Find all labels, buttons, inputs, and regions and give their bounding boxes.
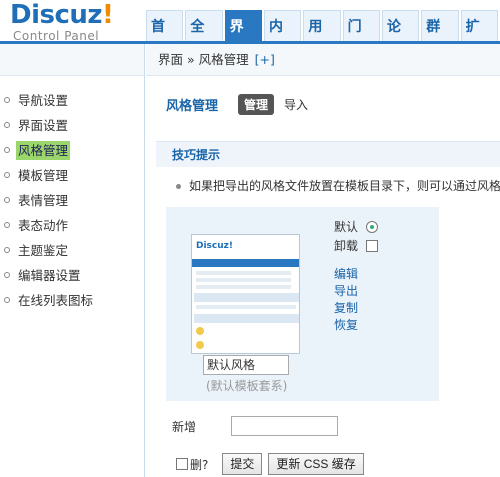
tab-forum[interactable]: 论坛 — [381, 10, 420, 67]
logo-wordmark: Discuz! — [10, 0, 114, 30]
style-description: (默认模板套系) — [206, 379, 288, 393]
main-content: 风格管理 管理 导入 技巧提示 如果把导出的风格文件放置在模板目录下，则可以通过… — [146, 77, 500, 477]
submit-button[interactable]: 提交 — [222, 453, 263, 475]
thumb-logo: Discuz! — [196, 241, 233, 251]
style-name-field[interactable]: 默认风格 — [203, 355, 289, 375]
sidebar-item-thread-stamps[interactable]: 主题鉴定 — [0, 238, 144, 263]
add-style-input[interactable] — [231, 416, 338, 436]
tab-global[interactable]: 全局 — [185, 10, 223, 67]
bullet-icon — [4, 172, 10, 178]
add-style-label: 新增 — [172, 420, 197, 434]
sidebar-item-editor-settings[interactable]: 编辑器设置 — [0, 263, 144, 288]
radio-dot-icon — [370, 225, 374, 229]
delete-label: 删? — [190, 457, 209, 472]
page-title: 风格管理 — [166, 98, 219, 114]
sidebar-menu: 导航设置 界面设置 风格管理 模板管理 表情管理 表态动作 主题鉴定 编辑器设置… — [0, 88, 144, 313]
bullet-icon — [4, 272, 10, 278]
bullet-icon — [4, 197, 10, 203]
uninstall-checkbox[interactable] — [366, 240, 378, 252]
thumb-row — [196, 278, 291, 282]
thumb-forum-icon — [196, 341, 204, 349]
thumb-row — [196, 271, 291, 275]
bullet-icon — [4, 147, 10, 153]
tips-heading: 技巧提示 — [156, 141, 500, 167]
breadcrumb-text: 界面 » 风格管理 — [158, 52, 249, 67]
subtab-import[interactable]: 导入 — [278, 94, 314, 115]
thumb-section-bar — [194, 314, 299, 323]
sidebar-item-interface-settings[interactable]: 界面设置 — [0, 113, 144, 138]
sidebar-item-nav-settings[interactable]: 导航设置 — [0, 88, 144, 113]
style-item-panel: Discuz! 默认风格 (默认模板套系) 默认 卸载 编辑 导出 复制 恢复 — [166, 207, 439, 401]
page-header: 风格管理 管理 导入 — [166, 93, 318, 115]
uninstall-label: 卸载 — [334, 239, 359, 253]
sidebar-item-smilies-manage[interactable]: 表情管理 — [0, 188, 144, 213]
restore-link[interactable]: 恢复 — [334, 316, 358, 333]
add-shortcut-link[interactable]: [+] — [255, 52, 275, 67]
top-nav: 首页 全局 界面 内容 用户 门户 论坛 群组 扩展 — [146, 5, 500, 67]
tab-extensions[interactable]: 扩展 — [460, 10, 498, 67]
tab-interface[interactable]: 界面 — [224, 10, 262, 67]
delete-checkbox[interactable] — [176, 458, 188, 470]
sidebar-top-bar — [0, 44, 144, 76]
bullet-icon — [4, 297, 10, 303]
bullet-icon — [176, 184, 181, 189]
export-link[interactable]: 导出 — [334, 282, 358, 299]
style-preview-thumbnail[interactable]: Discuz! — [191, 234, 300, 354]
sidebar: 导航设置 界面设置 风格管理 模板管理 表情管理 表态动作 主题鉴定 编辑器设置… — [0, 44, 145, 477]
subtab-manage[interactable]: 管理 — [238, 93, 275, 115]
bullet-icon — [4, 222, 10, 228]
sidebar-item-template-manage[interactable]: 模板管理 — [0, 163, 144, 188]
tip-line: 如果把导出的风格文件放置在模板目录下，则可以通过风格 — [176, 177, 500, 194]
sidebar-item-style-manage[interactable]: 风格管理 — [0, 138, 144, 163]
tab-home[interactable]: 首页 — [146, 10, 184, 67]
tab-content[interactable]: 内容 — [263, 10, 302, 67]
tab-groups[interactable]: 群组 — [421, 10, 459, 67]
update-css-cache-button[interactable]: 更新 CSS 缓存 — [268, 453, 364, 475]
edit-link[interactable]: 编辑 — [334, 265, 358, 282]
bullet-icon — [4, 247, 10, 253]
breadcrumb: 界面 » 风格管理 [+] — [146, 44, 500, 76]
tab-users[interactable]: 用户 — [303, 10, 341, 67]
bullet-icon — [4, 97, 10, 103]
thumb-nav-bar — [192, 259, 299, 267]
default-radio[interactable] — [366, 221, 378, 233]
thumb-row — [196, 285, 291, 289]
thumb-row — [196, 305, 296, 309]
tab-portal[interactable]: 门户 — [342, 10, 380, 67]
default-label: 默认 — [334, 220, 359, 234]
copy-link[interactable]: 复制 — [334, 299, 358, 316]
form-actions: 删? 提交 更新 CSS 缓存 — [176, 453, 370, 475]
sidebar-item-click-actions[interactable]: 表态动作 — [0, 213, 144, 238]
thumb-search-bar — [194, 293, 299, 302]
header: Discuz! Control Panel 首页 全局 界面 内容 用户 门户 … — [0, 0, 500, 67]
thumb-forum-icon — [196, 327, 204, 335]
bullet-icon — [4, 122, 10, 128]
sidebar-item-online-icons[interactable]: 在线列表图标 — [0, 288, 144, 313]
discuz-logo[interactable]: Discuz! Control Panel — [10, 0, 140, 43]
